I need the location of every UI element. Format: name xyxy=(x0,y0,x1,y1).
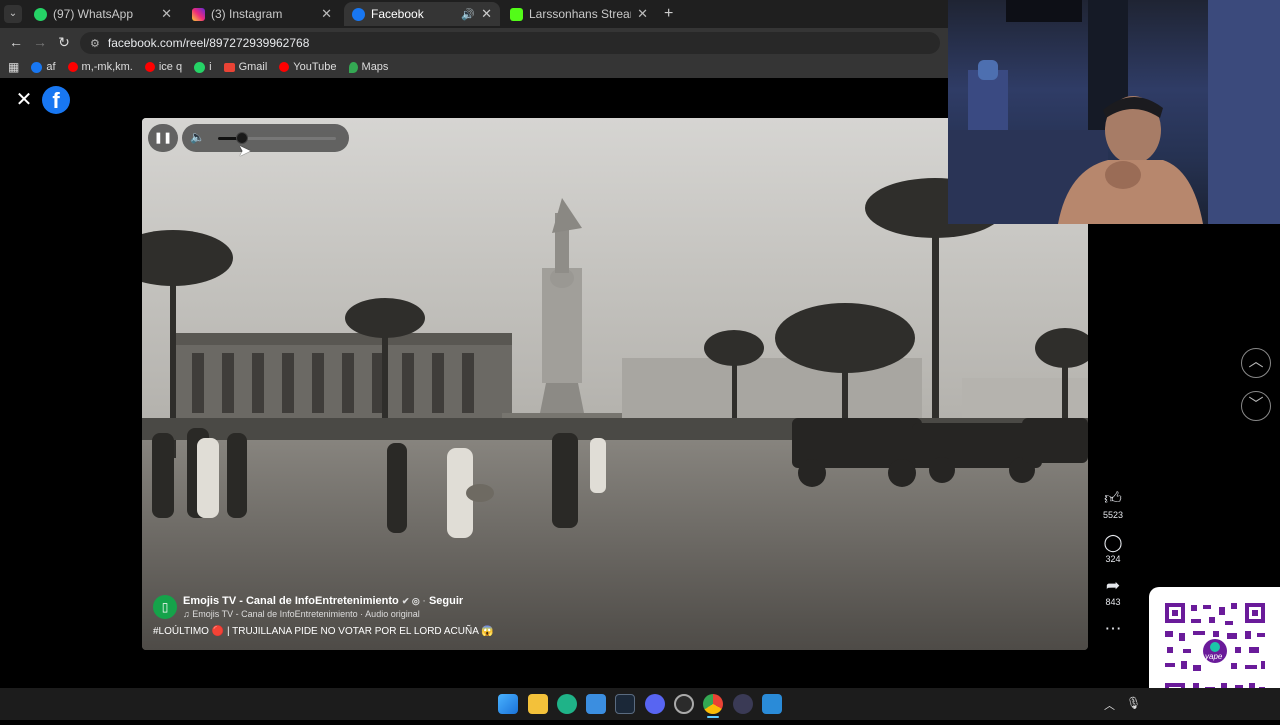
comment-button[interactable]: ◯ 324 xyxy=(1093,533,1133,565)
like-count: 5523 xyxy=(1102,510,1124,520)
active-app-indicator xyxy=(707,716,719,718)
whatsapp-icon xyxy=(194,61,206,73)
tab-bar: ⌄ (97) WhatsApp ✕ (3) Instagram ✕ Facebo… xyxy=(0,0,948,28)
chevron-down-icon: ﹀ xyxy=(1248,396,1264,413)
yape-logo-text: yape xyxy=(1204,652,1223,661)
bookmark-ice-q[interactable]: ice q xyxy=(144,61,183,73)
bookmark-gmail[interactable]: Gmail xyxy=(223,61,268,73)
bookmark-mkkm[interactable]: m,-mk,km. xyxy=(67,61,133,73)
close-tab-icon[interactable]: ✕ xyxy=(637,6,648,22)
more-dots-icon: ⋯ xyxy=(1104,619,1122,638)
chevron-up-icon: ︿ xyxy=(1248,353,1264,370)
tab-label: (97) WhatsApp xyxy=(53,7,134,21)
share-count: 843 xyxy=(1105,597,1121,607)
safari-compass-icon[interactable] xyxy=(762,694,782,714)
close-icon[interactable]: ✕ xyxy=(14,90,34,110)
tab-label: Larssonhans Stream - Watch Li xyxy=(529,7,631,21)
apps-grid-icon[interactable]: ▦ xyxy=(8,60,19,74)
share-arrow-icon: ➦ xyxy=(1105,576,1121,595)
maps-icon xyxy=(348,61,358,73)
bookmarks-bar: ▦ af m,-mk,km. ice q i Gmail YouTube Map… xyxy=(0,56,948,78)
channel-header: Emojis TV - Canal de InfoEntretenimiento… xyxy=(183,595,463,607)
taskbar xyxy=(0,688,1280,720)
microphone-icon[interactable]: 🎙︎ xyxy=(1126,696,1141,710)
discord-icon[interactable] xyxy=(645,694,665,714)
settings-gear-icon[interactable] xyxy=(674,694,694,714)
bookmark-maps[interactable]: Maps xyxy=(348,61,389,73)
steam-icon[interactable] xyxy=(615,694,635,714)
edge-browser-icon[interactable] xyxy=(557,694,577,714)
channel-name[interactable]: Emojis TV - Canal de InfoEntretenimiento xyxy=(183,595,399,607)
tab-instagram[interactable]: (3) Instagram ✕ xyxy=(184,2,340,26)
follow-separator: · xyxy=(422,595,429,607)
url-text[interactable]: facebook.com/reel/897272939962768 xyxy=(108,36,310,50)
video-frame-illustration xyxy=(142,118,1088,650)
whatsapp-icon xyxy=(34,7,47,21)
browser-toolbar: ← → ↻ ⚙ facebook.com/reel/89727293996276… xyxy=(0,28,948,56)
like-button[interactable]: 👍︎ 5523 xyxy=(1093,489,1133,521)
webcam-overlay xyxy=(948,0,1280,224)
comment-count: 324 xyxy=(1105,554,1121,564)
tab-kick-stream[interactable]: Larssonhans Stream - Watch Li ✕ xyxy=(502,2,656,26)
youtube-icon xyxy=(279,62,290,72)
site-info-icon[interactable]: ⚙ xyxy=(90,37,100,50)
bookmark-label: YouTube xyxy=(293,61,337,73)
close-tab-icon[interactable]: ✕ xyxy=(161,6,172,22)
bookmark-label: ice q xyxy=(158,61,183,73)
bookmark-label: Gmail xyxy=(238,61,268,73)
gmail-icon xyxy=(223,62,235,72)
bookmark-i[interactable]: i xyxy=(194,61,212,73)
verified-badge-icon: ✔ ◎ xyxy=(401,596,423,606)
back-arrow-icon[interactable]: ← xyxy=(4,34,28,50)
instagram-icon xyxy=(192,7,205,21)
bookmark-youtube[interactable]: YouTube xyxy=(279,61,337,73)
address-bar[interactable]: ⚙ facebook.com/reel/897272939962768 xyxy=(80,32,940,54)
tab-label: Facebook xyxy=(371,7,424,21)
bookmark-label: m,-mk,km. xyxy=(81,61,133,73)
kick-icon xyxy=(510,7,523,21)
chevron-up-icon[interactable]: ︿ xyxy=(1104,697,1115,713)
bookmark-label: af xyxy=(46,61,56,73)
reel-video[interactable] xyxy=(142,118,1088,650)
more-options-button[interactable]: ⋯ xyxy=(1093,620,1133,638)
microsoft-store-icon[interactable] xyxy=(586,694,606,714)
bookmark-label: Maps xyxy=(361,61,389,73)
youtube-icon xyxy=(144,62,155,72)
speaker-icon[interactable]: 🔊 xyxy=(461,8,475,21)
tab-search-button[interactable]: ⌄ xyxy=(4,5,22,23)
new-tab-plus-icon[interactable]: + xyxy=(664,5,673,23)
reload-icon[interactable]: ↻ xyxy=(52,34,76,51)
tab-label: (3) Instagram xyxy=(211,7,283,21)
webcam-feed-illustration xyxy=(948,0,1280,224)
gamepad-app-icon[interactable] xyxy=(733,694,753,714)
close-tab-icon[interactable]: ✕ xyxy=(481,6,492,22)
facebook-logo-icon[interactable]: f xyxy=(42,86,70,114)
audio-info[interactable]: ♫ Emojis TV - Canal de InfoEntretenimien… xyxy=(183,609,420,619)
previous-reel-button[interactable]: ︿ xyxy=(1241,348,1271,378)
windows-start-icon[interactable] xyxy=(498,694,518,714)
file-explorer-icon[interactable] xyxy=(528,694,548,714)
comment-bubble-icon: ◯ xyxy=(1103,533,1123,552)
follow-button[interactable]: Seguir xyxy=(429,595,463,607)
close-tab-icon[interactable]: ✕ xyxy=(321,6,332,22)
youtube-icon xyxy=(67,62,78,72)
reel-caption: #LOÚLTIMO 🔴 | TRUJILLANA PIDE NO VOTAR P… xyxy=(153,626,494,637)
share-button[interactable]: ➦ 843 xyxy=(1093,576,1133,608)
bookmark-label: i xyxy=(209,61,212,73)
pause-button[interactable]: ❚❚ xyxy=(148,124,178,152)
mouse-cursor-icon: ➤ xyxy=(238,143,252,160)
chrome-icon[interactable] xyxy=(703,694,723,714)
tab-whatsapp[interactable]: (97) WhatsApp ✕ xyxy=(26,2,180,26)
tab-facebook[interactable]: Facebook 🔊 ✕ xyxy=(344,2,500,26)
music-note-icon: ♫ xyxy=(183,609,193,619)
bookmark-af[interactable]: af xyxy=(31,61,56,73)
facebook-icon xyxy=(352,7,365,21)
next-reel-button[interactable]: ﹀ xyxy=(1241,391,1271,421)
facebook-icon xyxy=(31,61,43,73)
forward-arrow-icon[interactable]: → xyxy=(28,34,52,50)
speaker-icon[interactable]: 🔈 xyxy=(190,130,205,144)
audio-label: Emojis TV - Canal de InfoEntretenimiento… xyxy=(192,609,420,619)
thumbs-up-icon: 👍︎ xyxy=(1104,489,1122,508)
channel-avatar[interactable]: ▯ xyxy=(153,595,177,619)
